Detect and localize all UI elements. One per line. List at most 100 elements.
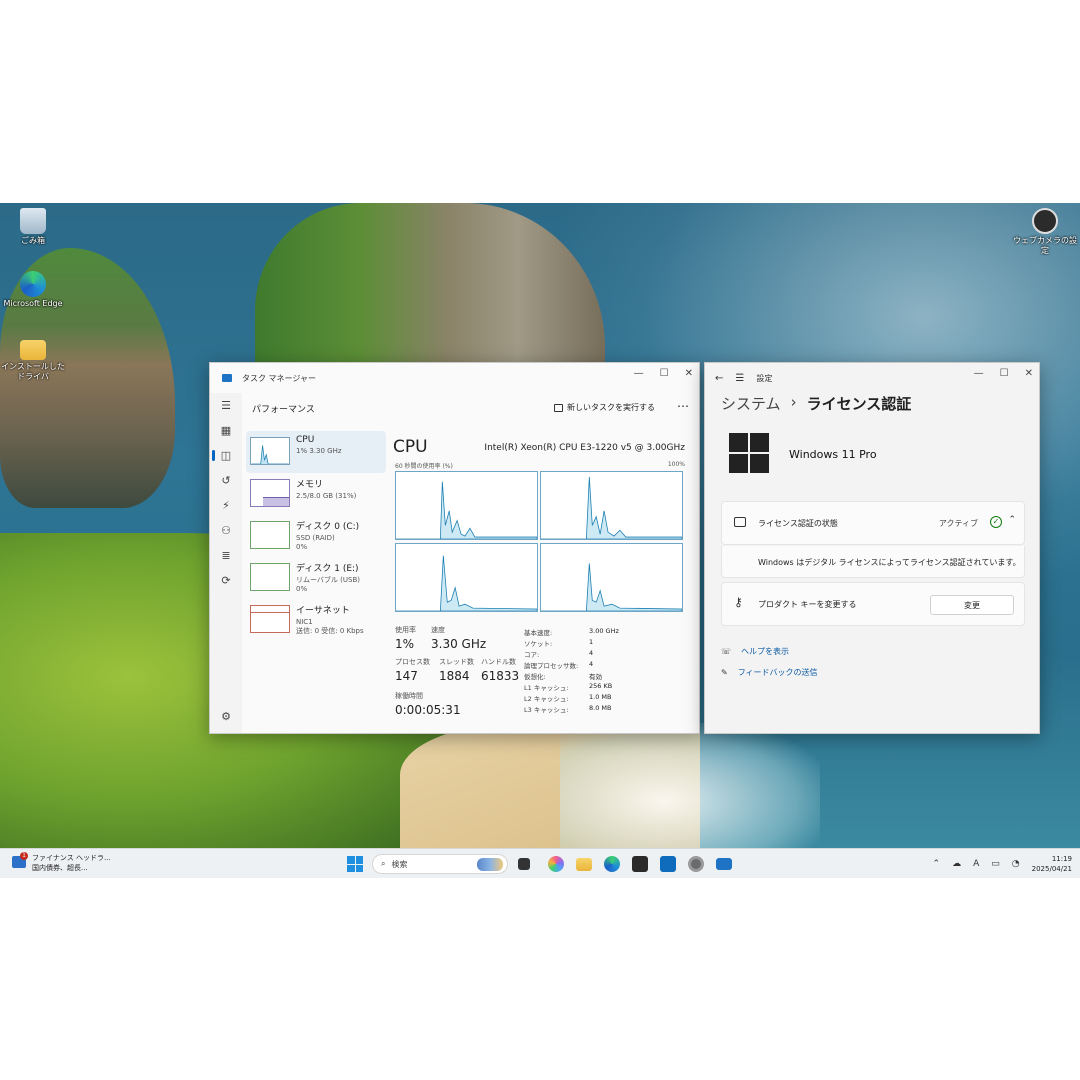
resource-item-memory[interactable]: メモリ 2.5/8.0 GB (31%) <box>246 473 386 515</box>
settings-gear-icon[interactable] <box>688 856 704 872</box>
task-manager-window: タスク マネージャー — ☐ ✕ ☰ ▦ ◫ ↺ ⚡ ⚇ ≣ ⟳ ⚙ パフォーマ… <box>209 362 700 734</box>
license-state-icon <box>734 517 746 527</box>
nav-services-icon[interactable]: ⟳ <box>210 568 242 593</box>
detail-value: 3.00 GHz <box>589 627 619 635</box>
settings-window: ← ☰ 設定 — ☐ ✕ システム › ライセンス認証 Windows 11 P… <box>704 362 1040 734</box>
handles-value: 61833 <box>481 669 520 683</box>
chevron-up-icon[interactable]: ⌃ <box>1008 515 1016 525</box>
onedrive-icon[interactable]: ☁ <box>952 859 961 869</box>
cpu-core-graph-0 <box>395 471 538 540</box>
task-manager-header: パフォーマンス 新しいタスクを実行する ⋯ <box>242 393 699 423</box>
license-state-label: ライセンス認証の状態 <box>758 519 838 528</box>
usage-label: 使用率 <box>395 626 416 634</box>
desktop-icon-camera-settings[interactable]: ウェブカメラの設定 <box>1012 208 1078 256</box>
close-icon[interactable]: ✕ <box>685 368 693 379</box>
resource-sub: 2.5/8.0 GB (31%) <box>296 492 357 500</box>
file-explorer-icon[interactable] <box>576 858 592 871</box>
desktop-icon-edge[interactable]: Microsoft Edge <box>0 271 66 309</box>
volume-icon[interactable]: ◔ <box>1012 859 1020 869</box>
breadcrumb: システム › ライセンス認証 <box>721 393 911 414</box>
window-title: 設定 <box>756 373 773 383</box>
detail-value: 8.0 MB <box>589 704 612 712</box>
hamburger-menu-icon[interactable]: ☰ <box>210 393 242 418</box>
system-tray: ⌃ ☁ A ▭ ◔ 11:19 2025/04/21 <box>933 852 1072 876</box>
desktop-icon-label: ウェブカメラの設定 <box>1013 236 1077 255</box>
search-icon: ⌕ <box>381 859 386 868</box>
help-icon: ☏ <box>721 647 732 656</box>
task-view-icon[interactable] <box>518 858 530 870</box>
activation-state-card[interactable]: ライセンス認証の状態 アクティブ ✓ ⌃ <box>721 501 1025 545</box>
resource-item-cpu[interactable]: CPU 1% 3.30 GHz <box>246 431 386 473</box>
news-badge: 1 <box>20 852 28 860</box>
clock-time: 11:19 <box>1051 855 1072 863</box>
news-widget[interactable]: 1 ファイナンス ヘッドラ... 国内債券、超長... <box>10 852 111 873</box>
nav-users-icon[interactable]: ⚇ <box>210 518 242 543</box>
hamburger-menu-icon[interactable]: ☰ <box>735 373 744 384</box>
change-product-key-button[interactable]: 変更 <box>930 595 1014 615</box>
detail-value: 有効 <box>589 673 602 681</box>
nav-app-history-icon[interactable]: ↺ <box>210 468 242 493</box>
detail-key: 基本速度: <box>524 629 553 637</box>
ethernet-thumbnail-graph <box>250 605 290 633</box>
desktop-icon-label: Microsoft Edge <box>3 299 63 308</box>
detail-key: 仮想化: <box>524 673 546 681</box>
edge-icon[interactable] <box>604 856 620 872</box>
task-manager-icon[interactable] <box>716 858 732 870</box>
run-task-icon <box>554 403 563 412</box>
speed-label: 速度 <box>431 626 445 634</box>
window-title: タスク マネージャー <box>242 373 316 383</box>
ime-indicator[interactable]: A <box>973 859 979 869</box>
copilot-icon[interactable] <box>548 856 564 872</box>
clock-date: 2025/04/21 <box>1031 865 1072 873</box>
desktop-icon-driver-folder[interactable]: インストールしたドライバ <box>0 336 66 382</box>
close-icon[interactable]: ✕ <box>1025 368 1033 379</box>
disk1-thumbnail-graph <box>250 563 290 591</box>
processes-label: プロセス数 <box>395 658 430 666</box>
resource-sub: NIC1 <box>296 618 313 626</box>
start-button[interactable] <box>347 856 363 872</box>
more-options-icon[interactable]: ⋯ <box>677 399 689 413</box>
maximize-icon[interactable]: ☐ <box>1000 368 1009 379</box>
desktop-icon-label: インストールしたドライバ <box>1 362 65 381</box>
nav-startup-apps-icon[interactable]: ⚡ <box>210 493 242 518</box>
graph-max-label: 100% <box>667 461 685 468</box>
back-arrow-icon[interactable]: ← <box>715 373 723 384</box>
settings-titlebar[interactable]: ← ☰ 設定 — ☐ ✕ <box>705 363 1039 393</box>
settings-gear-icon[interactable]: ⚙ <box>210 704 242 729</box>
license-message: Windows はデジタル ライセンスによってライセンス認証されています。 <box>758 558 1021 567</box>
threads-value: 1884 <box>439 669 470 683</box>
breadcrumb-separator: › <box>790 393 797 411</box>
task-manager-nav-rail: ☰ ▦ ◫ ↺ ⚡ ⚇ ≣ ⟳ ⚙ <box>210 393 242 733</box>
run-new-task-button[interactable]: 新しいタスクを実行する <box>554 402 655 413</box>
cpu-core-graph-1 <box>540 471 683 540</box>
cpu-model-name: Intel(R) Xeon(R) CPU E3-1220 v5 @ 3.00GH… <box>484 443 685 453</box>
store-icon[interactable] <box>632 856 648 872</box>
desktop-icon-recycle-bin[interactable]: ごみ箱 <box>0 208 66 246</box>
detail-key: コア: <box>524 651 540 659</box>
screenshot-frame: ごみ箱 Microsoft Edge インストールしたドライバ ウェブカメラの設… <box>0 0 1080 1080</box>
breadcrumb-system[interactable]: システム <box>721 393 781 414</box>
feedback-link[interactable]: ✎ フィードバックの送信 <box>721 667 818 678</box>
minimize-icon[interactable]: — <box>634 368 644 379</box>
windows-logo-icon <box>729 433 769 473</box>
window-controls: — ☐ ✕ <box>974 363 1033 383</box>
detail-value: 1 <box>589 638 594 646</box>
help-link[interactable]: ☏ ヘルプを表示 <box>721 646 789 657</box>
nav-processes-icon[interactable]: ▦ <box>210 418 242 443</box>
nav-details-icon[interactable]: ≣ <box>210 543 242 568</box>
clock[interactable]: 11:19 2025/04/21 <box>1032 854 1072 874</box>
network-icon[interactable]: ▭ <box>991 859 1000 869</box>
task-manager-titlebar[interactable]: タスク マネージャー — ☐ ✕ <box>210 363 699 393</box>
taskbar-search[interactable]: ⌕ 検索 <box>372 854 508 874</box>
resource-item-disk0[interactable]: ディスク 0 (C:) SSD (RAID) 0% <box>246 515 386 557</box>
outlook-icon[interactable] <box>660 856 676 872</box>
chevron-up-icon[interactable]: ⌃ <box>933 859 941 869</box>
edge-icon <box>20 271 46 297</box>
resource-item-disk1[interactable]: ディスク 1 (E:) リムーバブル (USB) 0% <box>246 557 386 599</box>
maximize-icon[interactable]: ☐ <box>660 368 669 379</box>
nav-performance-icon[interactable]: ◫ <box>210 443 242 468</box>
desktop-icon-label: ごみ箱 <box>21 236 45 245</box>
key-icon: ⚷ <box>734 595 743 609</box>
minimize-icon[interactable]: — <box>974 368 984 379</box>
resource-item-ethernet[interactable]: イーサネット NIC1 送信: 0 受信: 0 Kbps <box>246 599 386 641</box>
